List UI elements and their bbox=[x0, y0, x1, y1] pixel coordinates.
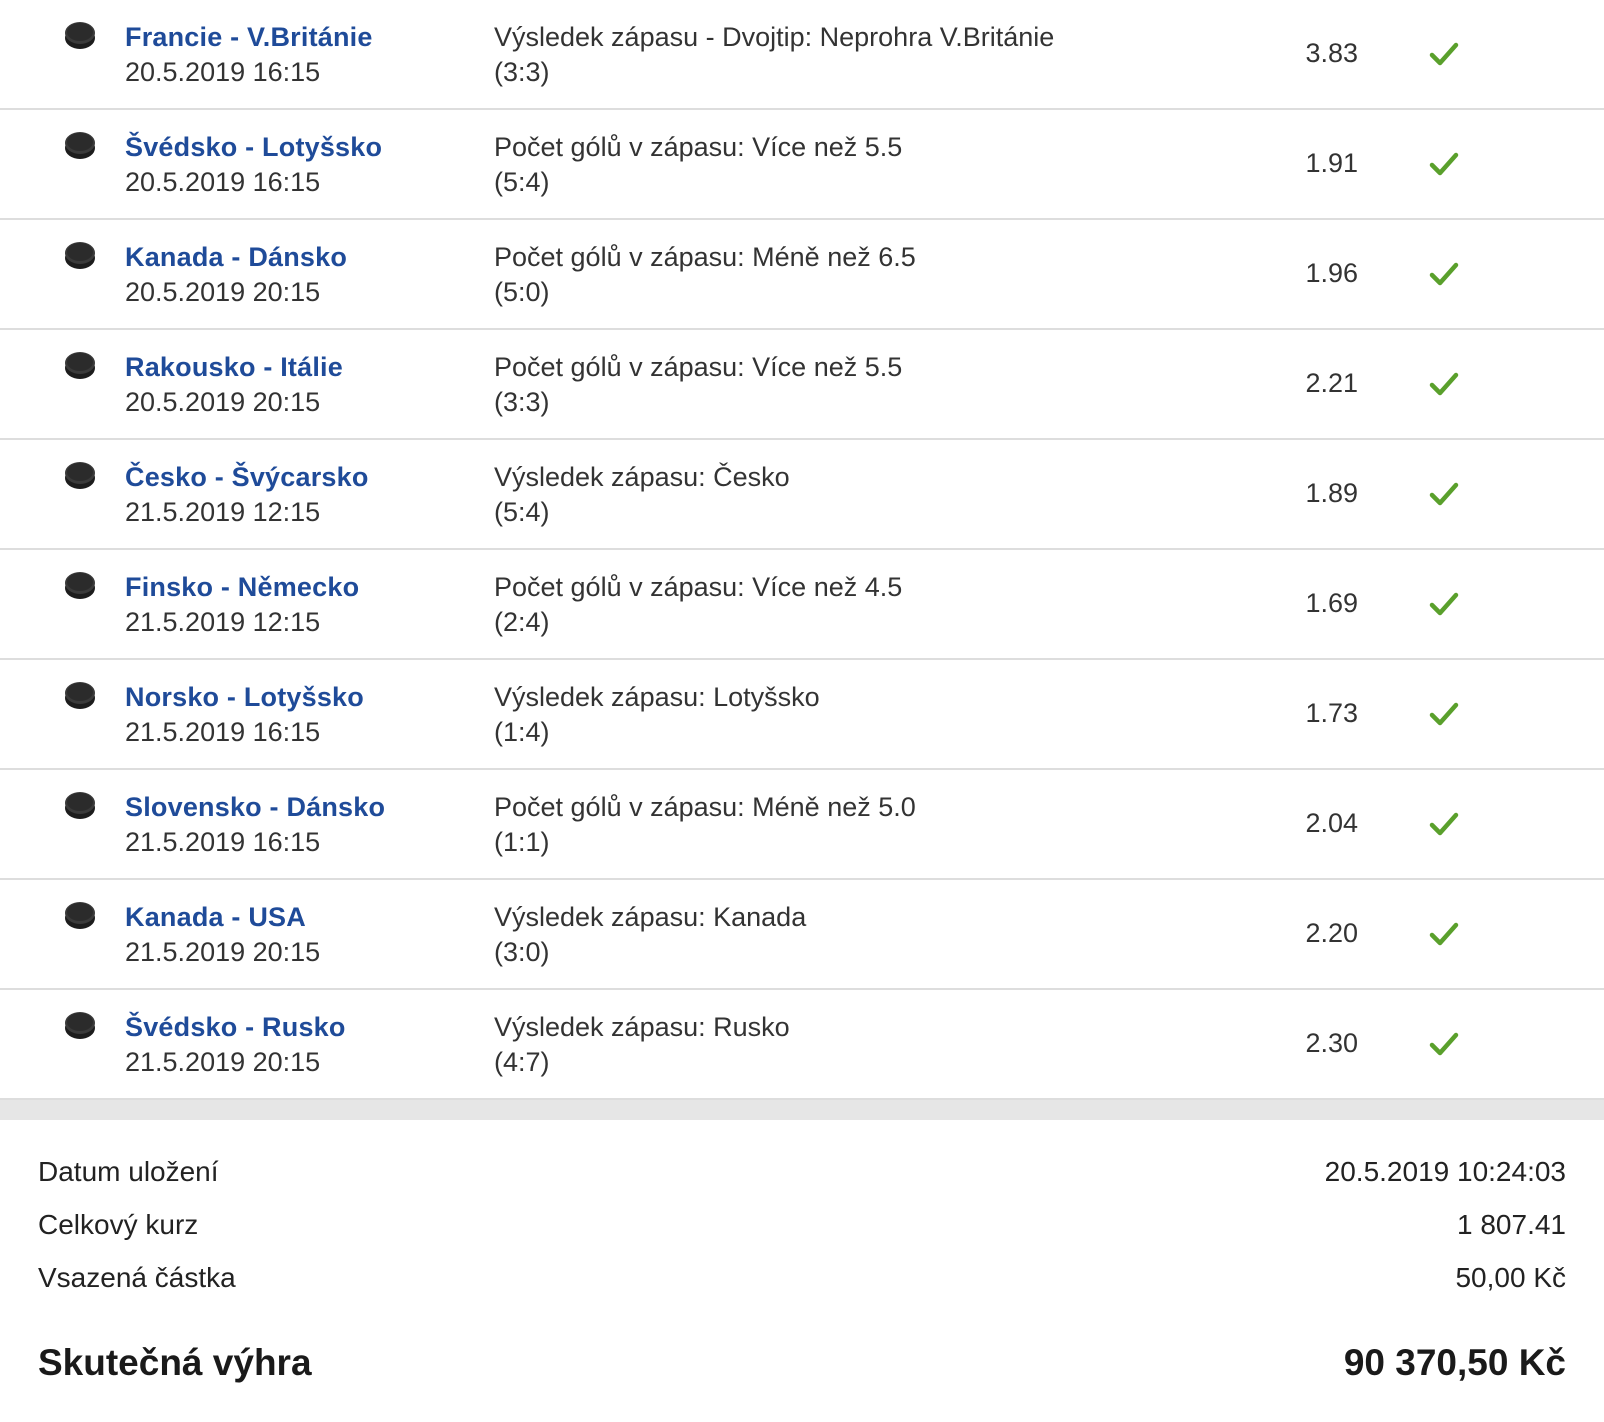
total-odds-value: 1 807.41 bbox=[1457, 1209, 1566, 1240]
bet-selection: Výsledek zápasu: Rusko bbox=[494, 1012, 790, 1042]
hockey-puck-icon bbox=[65, 1012, 95, 1039]
actual-win-label: Skutečná výhra bbox=[38, 1342, 312, 1383]
checkmark-icon bbox=[1429, 592, 1459, 616]
actual-win-row: Skutečná výhra 90 370,50 Kč bbox=[38, 1342, 1566, 1392]
match-link[interactable]: Česko - Švýcarsko bbox=[125, 462, 369, 493]
total-odds-label: Celkový kurz bbox=[38, 1209, 199, 1240]
actual-win-value: 90 370,50 Kč bbox=[1343, 1342, 1566, 1383]
hockey-puck-icon bbox=[65, 242, 95, 269]
match-score: (3:3) bbox=[494, 387, 550, 417]
match-date: 21.5.2019 12:15 bbox=[125, 497, 321, 527]
bet-list: Francie - V.Británie 20.5.2019 16:15 Výs… bbox=[0, 0, 1604, 1100]
match-link[interactable]: Švédsko - Lotyšsko bbox=[125, 132, 382, 163]
bet-selection: Výsledek zápasu - Dvojtip: Neprohra V.Br… bbox=[494, 22, 1055, 52]
hockey-puck-icon bbox=[65, 132, 95, 159]
section-divider bbox=[0, 1100, 1604, 1120]
hockey-puck-icon bbox=[65, 22, 95, 49]
bet-row: Kanada - Dánsko 20.5.2019 20:15 Počet gó… bbox=[0, 220, 1604, 330]
checkmark-icon bbox=[1429, 42, 1459, 66]
match-score: (3:3) bbox=[494, 57, 550, 87]
hockey-puck-icon bbox=[65, 462, 95, 489]
stake-row: Vsazená částka 50,00 Kč bbox=[38, 1262, 1566, 1302]
match-date: 21.5.2019 16:15 bbox=[125, 717, 321, 747]
match-date: 21.5.2019 12:15 bbox=[125, 607, 321, 637]
bet-odds: 3.83 bbox=[1305, 38, 1358, 68]
hockey-puck-icon bbox=[65, 902, 95, 929]
match-date: 21.5.2019 20:15 bbox=[125, 937, 321, 967]
checkmark-icon bbox=[1429, 1032, 1459, 1056]
checkmark-icon bbox=[1429, 152, 1459, 176]
stake-value: 50,00 Kč bbox=[1455, 1262, 1566, 1293]
bet-odds: 2.30 bbox=[1305, 1028, 1358, 1058]
bet-row: Švédsko - Rusko 21.5.2019 20:15 Výsledek… bbox=[0, 990, 1604, 1100]
bet-odds: 1.96 bbox=[1305, 258, 1358, 288]
hockey-puck-icon bbox=[65, 572, 95, 599]
bet-selection: Počet gólů v zápasu: Méně než 6.5 bbox=[494, 242, 916, 272]
match-score: (5:4) bbox=[494, 497, 550, 527]
bet-row: Švédsko - Lotyšsko 20.5.2019 16:15 Počet… bbox=[0, 110, 1604, 220]
checkmark-icon bbox=[1429, 262, 1459, 286]
bet-odds: 1.73 bbox=[1305, 698, 1358, 728]
checkmark-icon bbox=[1429, 922, 1459, 946]
bet-odds: 2.21 bbox=[1305, 368, 1358, 398]
bet-row: Česko - Švýcarsko 21.5.2019 12:15 Výsled… bbox=[0, 440, 1604, 550]
stake-label: Vsazená částka bbox=[38, 1262, 236, 1293]
saved-date-label: Datum uložení bbox=[38, 1156, 219, 1187]
bet-odds: 1.91 bbox=[1305, 148, 1358, 178]
bet-odds: 2.20 bbox=[1305, 918, 1358, 948]
match-date: 20.5.2019 20:15 bbox=[125, 387, 321, 417]
checkmark-icon bbox=[1429, 482, 1459, 506]
match-date: 20.5.2019 20:15 bbox=[125, 277, 321, 307]
match-link[interactable]: Francie - V.Británie bbox=[125, 22, 373, 53]
ticket-summary: Datum uložení 20.5.2019 10:24:03 Celkový… bbox=[0, 1120, 1604, 1422]
match-score: (3:0) bbox=[494, 937, 550, 967]
bet-row: Slovensko - Dánsko 21.5.2019 16:15 Počet… bbox=[0, 770, 1604, 880]
bet-row: Finsko - Německo 21.5.2019 12:15 Počet g… bbox=[0, 550, 1604, 660]
match-date: 21.5.2019 16:15 bbox=[125, 827, 321, 857]
match-link[interactable]: Kanada - Dánsko bbox=[125, 242, 347, 273]
bet-selection: Výsledek zápasu: Česko bbox=[494, 462, 790, 492]
hockey-puck-icon bbox=[65, 792, 95, 819]
bet-selection: Výsledek zápasu: Kanada bbox=[494, 902, 807, 932]
bet-selection: Počet gólů v zápasu: Méně než 5.0 bbox=[494, 792, 916, 822]
checkmark-icon bbox=[1429, 702, 1459, 726]
match-score: (4:7) bbox=[494, 1047, 550, 1077]
match-score: (1:4) bbox=[494, 717, 550, 747]
bet-selection: Počet gólů v zápasu: Více než 4.5 bbox=[494, 572, 903, 602]
bet-odds: 2.04 bbox=[1305, 808, 1358, 838]
bet-row: Rakousko - Itálie 20.5.2019 20:15 Počet … bbox=[0, 330, 1604, 440]
saved-date-row: Datum uložení 20.5.2019 10:24:03 bbox=[38, 1156, 1566, 1196]
match-link[interactable]: Norsko - Lotyšsko bbox=[125, 682, 364, 713]
bet-odds: 1.69 bbox=[1305, 588, 1358, 618]
hockey-puck-icon bbox=[65, 352, 95, 379]
bet-selection: Počet gólů v zápasu: Více než 5.5 bbox=[494, 132, 903, 162]
match-link[interactable]: Kanada - USA bbox=[125, 902, 306, 933]
bet-row: Kanada - USA 21.5.2019 20:15 Výsledek zá… bbox=[0, 880, 1604, 990]
match-link[interactable]: Finsko - Německo bbox=[125, 572, 359, 603]
match-score: (2:4) bbox=[494, 607, 550, 637]
bet-selection: Počet gólů v zápasu: Více než 5.5 bbox=[494, 352, 903, 382]
match-date: 20.5.2019 16:15 bbox=[125, 167, 321, 197]
match-date: 21.5.2019 20:15 bbox=[125, 1047, 321, 1077]
bet-row: Francie - V.Británie 20.5.2019 16:15 Výs… bbox=[0, 0, 1604, 110]
hockey-puck-icon bbox=[65, 682, 95, 709]
match-date: 20.5.2019 16:15 bbox=[125, 57, 321, 87]
match-score: (1:1) bbox=[494, 827, 550, 857]
checkmark-icon bbox=[1429, 372, 1459, 396]
bet-selection: Výsledek zápasu: Lotyšsko bbox=[494, 682, 820, 712]
match-link[interactable]: Slovensko - Dánsko bbox=[125, 792, 385, 823]
match-score: (5:4) bbox=[494, 167, 550, 197]
match-link[interactable]: Rakousko - Itálie bbox=[125, 352, 343, 383]
bet-row: Norsko - Lotyšsko 21.5.2019 16:15 Výsled… bbox=[0, 660, 1604, 770]
match-link[interactable]: Švédsko - Rusko bbox=[125, 1012, 346, 1043]
checkmark-icon bbox=[1429, 812, 1459, 836]
bet-odds: 1.89 bbox=[1305, 478, 1358, 508]
match-score: (5:0) bbox=[494, 277, 550, 307]
total-odds-row: Celkový kurz 1 807.41 bbox=[38, 1209, 1566, 1249]
saved-date-value: 20.5.2019 10:24:03 bbox=[1324, 1156, 1566, 1187]
